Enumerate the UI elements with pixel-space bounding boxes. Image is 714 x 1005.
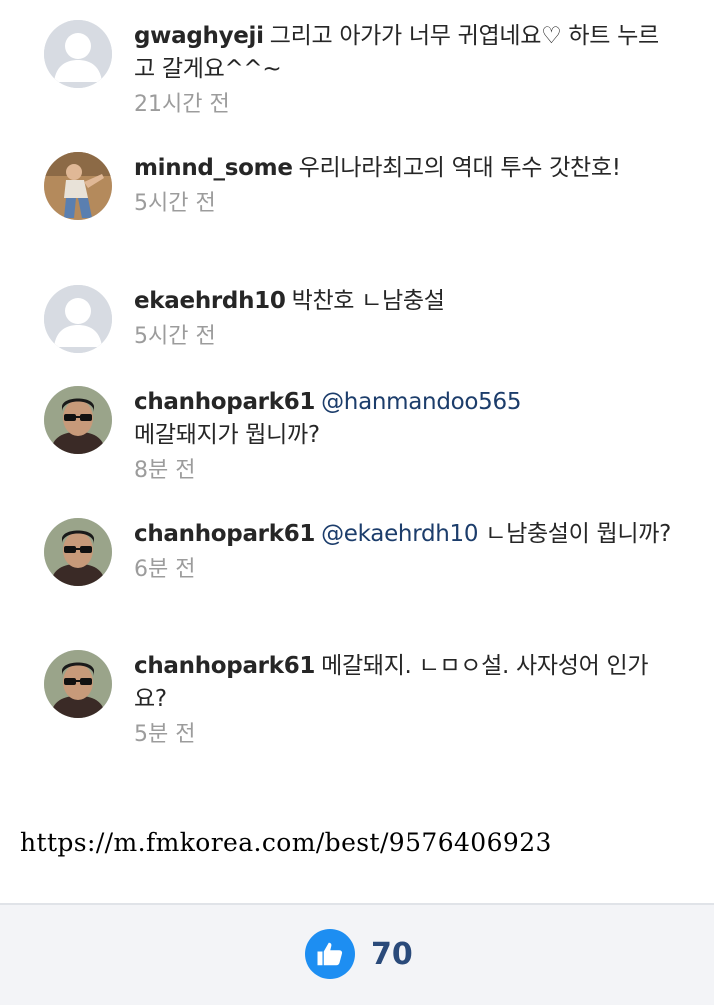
comment-text: gwaghyeji 그리고 아가가 너무 귀엽네요♡ 하트 누르고 갈게요^^~ xyxy=(134,20,674,86)
comment-username[interactable]: gwaghyeji xyxy=(134,23,264,49)
comment-time: 5분 전 xyxy=(134,722,196,747)
comment-text: chanhopark61 메갈돼지. ㄴㅁㅇ설. 사자성어 인가요? xyxy=(134,650,674,716)
comment-body: ㄴ남충설이 뭡니까? xyxy=(485,521,672,547)
default-avatar[interactable] xyxy=(44,285,112,353)
comment-text: minnd_some 우리나라최고의 역대 투수 갓찬호! xyxy=(134,152,674,185)
comment-time: 21시간 전 xyxy=(134,92,230,117)
sunglasses-avatar[interactable] xyxy=(44,518,112,586)
source-url[interactable]: https://m.fmkorea.com/best/9576406923 xyxy=(20,828,552,857)
comment-body: 우리나라최고의 역대 투수 갓찬호! xyxy=(298,155,621,181)
like-count: 70 xyxy=(371,936,413,972)
comment-username[interactable]: chanhopark61 xyxy=(134,389,315,415)
sunglasses-avatar[interactable] xyxy=(44,650,112,718)
default-avatar[interactable] xyxy=(44,20,112,88)
comment-time: 8분 전 xyxy=(134,458,196,483)
comment-username[interactable]: ekaehrdh10 xyxy=(134,288,286,314)
sunglasses-avatar[interactable] xyxy=(44,386,112,454)
comment-mention[interactable]: @ekaehrdh10 xyxy=(321,521,478,547)
comment-username[interactable]: chanhopark61 xyxy=(134,653,315,679)
comment-text: ekaehrdh10 박찬호 ㄴ남충설 xyxy=(134,285,674,318)
photo-avatar[interactable] xyxy=(44,152,112,220)
comment-username[interactable]: minnd_some xyxy=(134,155,293,181)
comment-time: 5시간 전 xyxy=(134,191,216,216)
comment-time: 5시간 전 xyxy=(134,324,216,349)
comment-text: chanhopark61 @ekaehrdh10 ㄴ남충설이 뭡니까? xyxy=(134,518,674,551)
comment-time: 6분 전 xyxy=(134,557,196,582)
footer-bar: 70 xyxy=(0,903,714,1005)
comment-body: 메갈돼지가 뭡니까? xyxy=(134,422,320,448)
comment-body: 박찬호 ㄴ남충설 xyxy=(291,288,445,314)
comment-text: chanhopark61 @hanmandoo565 메갈돼지가 뭡니까? xyxy=(134,386,674,452)
comment-mention[interactable]: @hanmandoo565 xyxy=(321,389,521,415)
thumbs-up-icon[interactable] xyxy=(305,929,355,979)
like-button[interactable]: 70 xyxy=(305,929,413,979)
comment-username[interactable]: chanhopark61 xyxy=(134,521,315,547)
